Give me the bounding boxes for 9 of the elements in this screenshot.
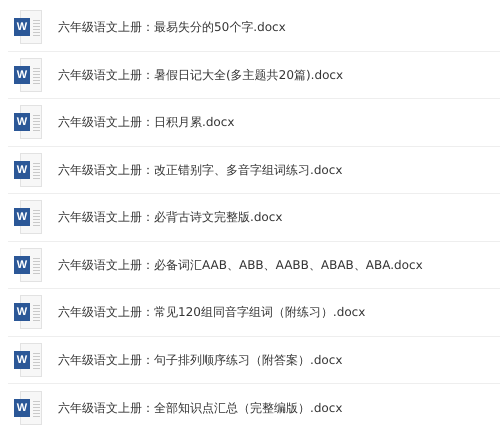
file-name[interactable]: 六年级语文上册：暑假日记大全(多主题共20篇).docx <box>58 66 344 84</box>
file-name[interactable]: 六年级语文上册：改正错别字、多音字组词练习.docx <box>58 160 342 179</box>
file-name[interactable]: 六年级语文上册：最易失分的50个字.docx <box>58 18 286 36</box>
file-name[interactable]: 六年级语文上册：日积月累.docx <box>58 113 234 132</box>
file-name[interactable]: 六年级语文上册：必背古诗文完整版.docx <box>58 208 282 226</box>
file-name[interactable]: 六年级语文上册：常见120组同音字组词（附练习）.docx <box>58 303 366 322</box>
file-name[interactable]: 六年级语文上册：全部知识点汇总（完整编版）.docx <box>58 398 342 417</box>
file-name[interactable]: 六年级语文上册：必备词汇AAB、ABB、AABB、ABAB、ABA.docx <box>58 256 423 274</box>
file-name[interactable]: 六年级语文上册：句子排列顺序练习（附答案）.docx <box>58 350 342 369</box>
